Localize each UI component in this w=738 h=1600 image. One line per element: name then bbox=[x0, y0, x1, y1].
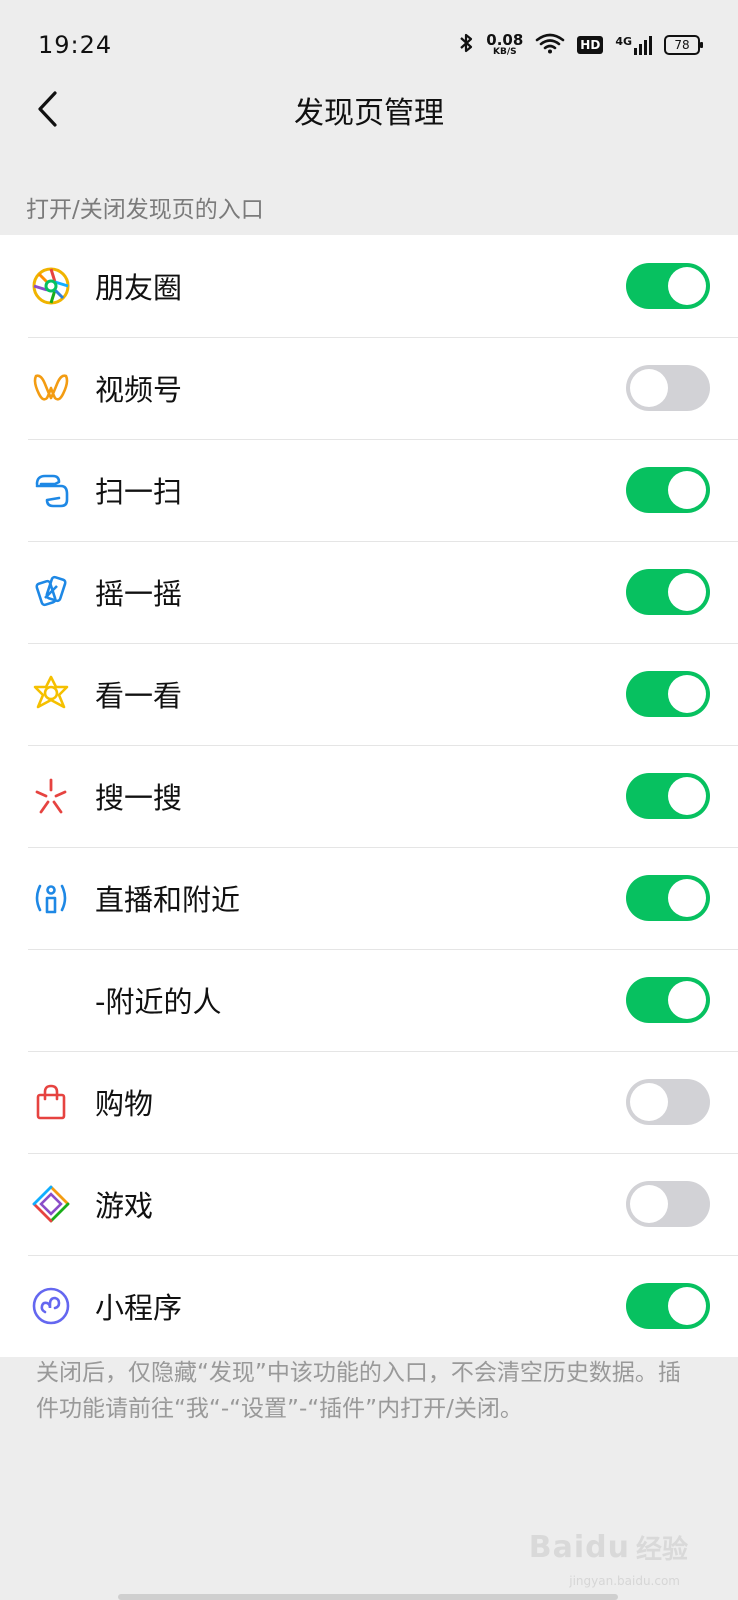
item-label: 朋友圈 bbox=[95, 271, 183, 305]
back-button[interactable] bbox=[22, 84, 72, 134]
item-label: 直播和附近 bbox=[95, 883, 241, 917]
watermark-url: jingyan.baidu.com bbox=[569, 1574, 680, 1588]
games-toggle[interactable] bbox=[626, 1181, 710, 1227]
signal-icon: 4G bbox=[615, 35, 652, 55]
status-icons: 0.08 KB/S HD 4G 78 bbox=[458, 31, 703, 58]
list-item: 扫一扫 bbox=[0, 439, 738, 541]
search-icon bbox=[29, 774, 73, 818]
settings-list: 朋友圈 视频号 扫一扫 摇一摇 看一看 搜一搜 直播和附近 -附近的人 购物 游… bbox=[0, 235, 738, 1357]
list-item: 朋友圈 bbox=[0, 235, 738, 337]
chevron-left-icon bbox=[38, 91, 57, 127]
list-item: 游戏 bbox=[0, 1153, 738, 1255]
games-icon bbox=[29, 1182, 73, 1226]
hd-badge: HD bbox=[577, 36, 604, 54]
mini-programs-icon bbox=[29, 1284, 73, 1328]
list-item: 摇一摇 bbox=[0, 541, 738, 643]
moments-icon bbox=[29, 264, 73, 308]
search-toggle[interactable] bbox=[626, 773, 710, 819]
nav-bar: 发现页管理 bbox=[0, 70, 738, 150]
bluetooth-icon bbox=[458, 32, 474, 58]
shopping-toggle[interactable] bbox=[626, 1079, 710, 1125]
item-label: 摇一摇 bbox=[95, 577, 183, 611]
item-label: 小程序 bbox=[95, 1291, 183, 1325]
list-item: 搜一搜 bbox=[0, 745, 738, 847]
list-item: 购物 bbox=[0, 1051, 738, 1153]
shopping-bag-icon bbox=[29, 1080, 73, 1124]
item-label: -附近的人 bbox=[95, 985, 222, 1019]
item-label: 视频号 bbox=[95, 373, 183, 407]
mini-programs-toggle[interactable] bbox=[626, 1283, 710, 1329]
channels-toggle[interactable] bbox=[626, 365, 710, 411]
status-time: 19:24 bbox=[38, 31, 113, 59]
page-title: 发现页管理 bbox=[294, 96, 444, 131]
scan-toggle[interactable] bbox=[626, 467, 710, 513]
list-item: 小程序 bbox=[0, 1255, 738, 1357]
moments-toggle[interactable] bbox=[626, 263, 710, 309]
network-speed: 0.08 KB/S bbox=[486, 31, 524, 57]
shake-icon bbox=[29, 570, 73, 614]
footer-note: 关闭后，仅隐藏“发现”中该功能的入口，不会清空历史数据。插件功能请前往“我“-“… bbox=[36, 1360, 681, 1422]
item-label: 搜一搜 bbox=[95, 781, 183, 815]
section-header: 打开/关闭发现页的入口 bbox=[26, 197, 264, 223]
item-label: 看一看 bbox=[95, 679, 183, 713]
item-label: 游戏 bbox=[95, 1189, 154, 1223]
top-stories-toggle[interactable] bbox=[626, 671, 710, 717]
home-indicator[interactable] bbox=[118, 1594, 618, 1600]
channels-icon bbox=[29, 366, 73, 410]
top-stories-icon bbox=[29, 672, 73, 716]
list-item: -附近的人 bbox=[0, 949, 738, 1051]
wifi-icon bbox=[535, 32, 565, 58]
item-label: 购物 bbox=[95, 1087, 154, 1121]
live-nearby-icon bbox=[29, 876, 73, 920]
list-item: 视频号 bbox=[0, 337, 738, 439]
people-nearby-toggle[interactable] bbox=[626, 977, 710, 1023]
shake-toggle[interactable] bbox=[626, 569, 710, 615]
list-item: 看一看 bbox=[0, 643, 738, 745]
item-label: 扫一扫 bbox=[95, 475, 183, 509]
scan-icon bbox=[29, 468, 73, 512]
list-item: 直播和附近 bbox=[0, 847, 738, 949]
live-nearby-toggle[interactable] bbox=[626, 875, 710, 921]
baidu-watermark: Baidu 经验 bbox=[528, 1530, 688, 1565]
battery-indicator: 78 bbox=[664, 35, 703, 55]
